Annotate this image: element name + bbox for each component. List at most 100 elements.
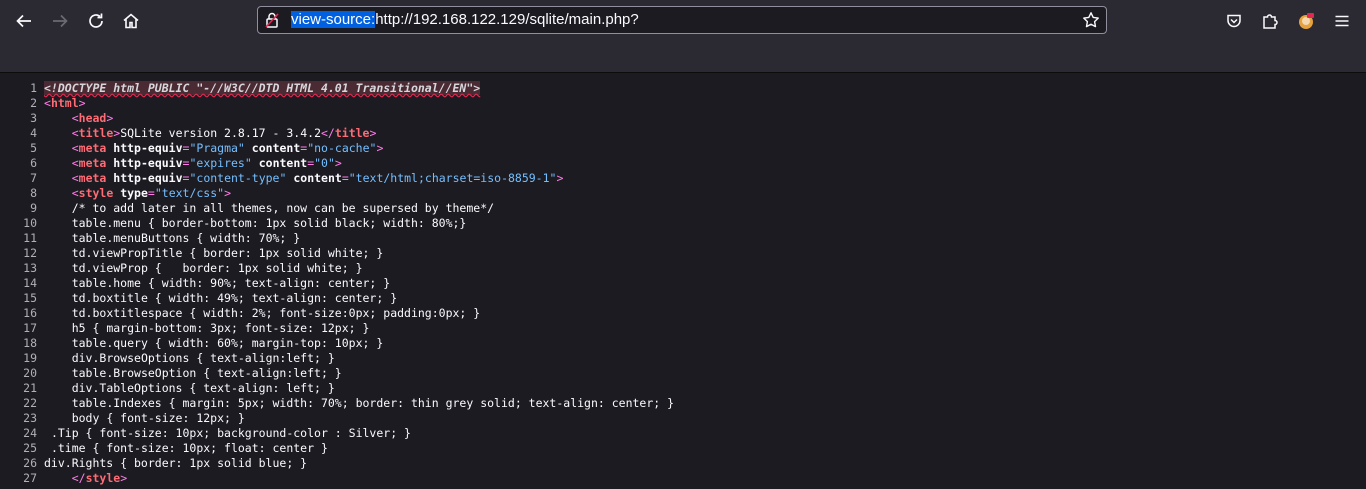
title-close-tag: title (334, 126, 370, 140)
line-number: 15 (23, 291, 37, 305)
css-line: table.Indexes { margin: 5px; width: 70%;… (71, 396, 675, 410)
source-line: 26 div.Rights { border: 1px solid blue; } (0, 456, 307, 471)
attr-value: "content-type" (189, 171, 287, 185)
url-bar[interactable]: view-source:http://192.168.122.129/sqlit… (257, 6, 1107, 34)
line-number: 17 (23, 321, 37, 335)
css-line: div.TableOptions { text-align: left; } (71, 381, 335, 395)
line-number: 13 (23, 261, 37, 275)
source-line: 4 <title>SQLite version 2.8.17 - 3.4.2</… (0, 126, 376, 141)
pocket-icon (1227, 14, 1241, 28)
css-line: div.BrowseOptions { text-align:left; } (71, 351, 335, 365)
source-line: 6 <meta http-equiv="expires" content="0"… (0, 156, 342, 171)
css-line: table.query { width: 60%; margin-top: 10… (71, 336, 384, 350)
source-line: 17 h5 { margin-bottom: 3px; font-size: 1… (0, 321, 369, 336)
source-line: 11 table.menuButtons { width: 70%; } (0, 231, 300, 246)
title-tag: title (78, 126, 114, 140)
source-line: 10 table.menu { border-bottom: 1px solid… (0, 216, 466, 231)
line-number: 11 (23, 231, 37, 245)
html-tag: html (50, 96, 79, 110)
puzzle-piece-icon (1263, 14, 1278, 29)
line-number: 23 (23, 411, 37, 425)
source-line: 15 td.boxtitle { width: 49%; text-align:… (0, 291, 397, 306)
attr-value: "text/html;charset=iso-8859-1" (348, 171, 557, 185)
line-number: 14 (23, 276, 37, 290)
extension-avatar-icon (1299, 13, 1314, 29)
attr-value: "no-cache" (307, 141, 377, 155)
bookmark-star-icon[interactable] (1082, 11, 1100, 29)
css-line: td.boxtitlespace { width: 2%; font-size:… (71, 306, 481, 320)
line-number: 22 (23, 396, 37, 410)
css-line: td.viewPropTitle { border: 1px solid whi… (71, 246, 384, 260)
meta-tag: meta (78, 141, 107, 155)
title-text: SQLite version 2.8.17 - 3.4.2 (120, 126, 321, 140)
line-number: 3 (30, 111, 37, 125)
home-button[interactable] (115, 5, 147, 37)
line-number: 2 (30, 96, 37, 110)
source-line: 2 <html> (0, 96, 86, 111)
attr-name: http-equiv (113, 156, 183, 170)
line-number: 16 (23, 306, 37, 320)
broken-lock-icon (265, 12, 279, 28)
back-button[interactable] (8, 5, 40, 37)
line-number: 24 (23, 426, 37, 440)
attr-name: content (258, 156, 308, 170)
hamburger-menu-icon (1335, 15, 1349, 27)
view-source-content: 1 <!DOCTYPE html PUBLIC "-//W3C//DTD HTML… (0, 73, 1366, 489)
line-number: 8 (30, 186, 37, 200)
extensions-button[interactable] (1254, 5, 1286, 37)
source-line: 14 table.home { width: 90%; text-align: … (0, 276, 390, 291)
url-prefix: view-source: (291, 11, 376, 28)
url-text[interactable]: view-source:http://192.168.122.129/sqlit… (291, 7, 639, 33)
css-line: h5 { margin-bottom: 3px; font-size: 12px… (71, 321, 370, 335)
attr-name: content (293, 171, 342, 185)
line-number: 5 (30, 141, 37, 155)
attr-value: "text/css" (154, 186, 225, 200)
css-line: /* to add later in all themes, now can b… (71, 201, 495, 215)
source-line: 12 td.viewPropTitle { border: 1px solid … (0, 246, 383, 261)
css-line: .time { font-size: 10px; float: center } (50, 441, 328, 455)
line-number: 9 (30, 201, 37, 215)
line-number: 10 (23, 216, 37, 230)
pocket-button[interactable] (1218, 5, 1250, 37)
source-line: 21 div.TableOptions { text-align: left; … (0, 381, 335, 396)
source-line: 7 <meta http-equiv="content-type" conten… (0, 171, 563, 186)
line-number: 7 (30, 171, 37, 185)
source-line: 16 td.boxtitlespace { width: 2%; font-si… (0, 306, 480, 321)
attr-name: http-equiv (113, 141, 183, 155)
reload-button[interactable] (80, 5, 112, 37)
source-line: 23 body { font-size: 12px; } (0, 411, 245, 426)
line-number: 25 (23, 441, 37, 455)
line-number: 12 (23, 246, 37, 260)
css-line: td.viewProp { border: 1px solid white; } (71, 261, 363, 275)
forward-button[interactable] (44, 5, 76, 37)
line-number: 4 (30, 126, 37, 140)
source-line: 3 <head> (0, 111, 113, 126)
line-number: 21 (23, 381, 37, 395)
attr-name: type (120, 186, 148, 200)
css-line: table.menuButtons { width: 70%; } (71, 231, 301, 245)
source-line: 22 table.Indexes { margin: 5px; width: 7… (0, 396, 674, 411)
attr-name: content (251, 141, 301, 155)
doctype-declaration: <!DOCTYPE html PUBLIC "-//W3C//DTD HTML … (44, 81, 481, 95)
attr-value: "expires" (189, 156, 252, 170)
source-line: 1 <!DOCTYPE html PUBLIC "-//W3C//DTD HTML… (0, 81, 481, 96)
profile-extension-button[interactable] (1290, 5, 1322, 37)
source-line: 25 .time { font-size: 10px; float: cente… (0, 441, 328, 456)
css-line: table.menu { border-bottom: 1px solid bl… (71, 216, 467, 230)
attr-value: "0" (314, 156, 335, 170)
line-number: 6 (30, 156, 37, 170)
attr-value: "Pragma" (189, 141, 245, 155)
style-tag: style (78, 186, 114, 200)
style-close-tag: style (85, 471, 121, 485)
css-line: table.BrowseOption { text-align:left; } (71, 366, 342, 380)
line-number: 20 (23, 366, 37, 380)
source-line: 13 td.viewProp { border: 1px solid white… (0, 261, 363, 276)
line-number: 18 (23, 336, 37, 350)
css-line: table.home { width: 90%; text-align: cen… (71, 276, 391, 290)
browser-toolbar: view-source:http://192.168.122.129/sqlit… (0, 0, 1366, 42)
meta-tag: meta (78, 171, 107, 185)
menu-button[interactable] (1326, 5, 1358, 37)
bookmarks-strip (0, 42, 1366, 73)
css-line: .Tip { font-size: 10px; background-color… (50, 426, 411, 440)
line-number: 26 (23, 456, 37, 470)
